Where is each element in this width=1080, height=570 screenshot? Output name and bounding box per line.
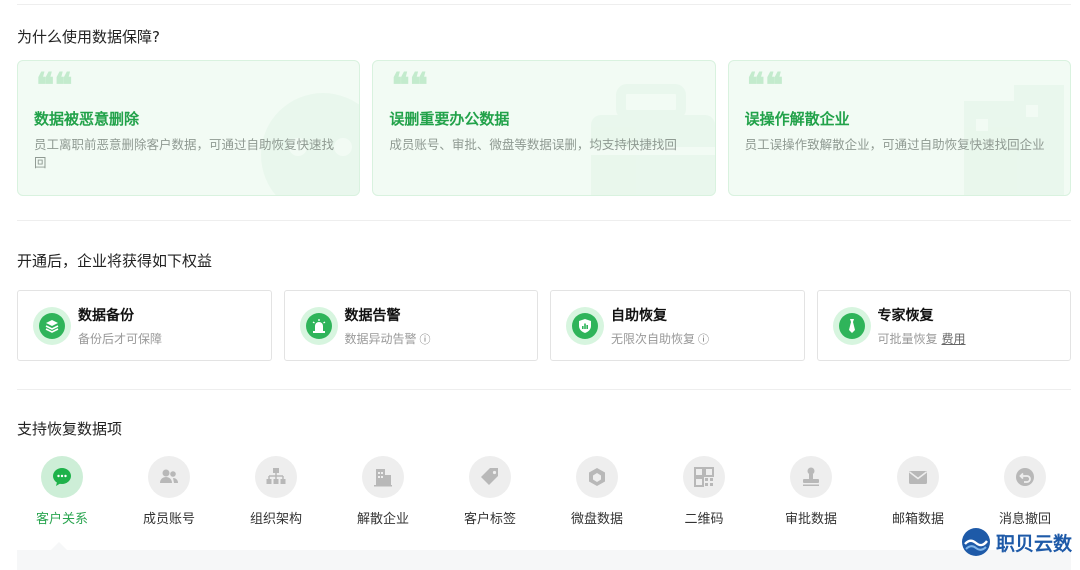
benefit-title: 专家恢复: [877, 308, 934, 324]
item-message-recall[interactable]: 消息撤回: [973, 456, 1077, 527]
benefit-desc-text: 备份后才可保障: [78, 332, 163, 346]
item-label: 客户标签: [463, 512, 516, 527]
watermark-logo-icon: [961, 528, 990, 556]
info-icon[interactable]: ⓘ: [698, 331, 709, 347]
item-qrcode[interactable]: 二维码: [652, 456, 756, 527]
why-cards: ❝❝ 数据被恶意删除 员工离职前恶意删除客户数据，可通过自助恢复快速找回 ❝❝ …: [17, 60, 1071, 196]
why-card-mistaken-delete: ❝❝ 误删重要办公数据 成员账号、审批、微盘等数据误删，均支持快捷找回: [372, 60, 716, 196]
item-customer-relations[interactable]: 客户关系: [10, 456, 114, 527]
item-org-structure[interactable]: 组织架构: [224, 456, 328, 527]
shield-chart-icon: [566, 307, 604, 345]
why-card-title: 误删重要办公数据: [389, 110, 510, 128]
item-label: 二维码: [684, 512, 724, 527]
item-mailbox-data[interactable]: 邮箱数据: [866, 456, 970, 527]
users-icon: [148, 456, 190, 498]
quote-icon: ❝❝: [746, 66, 784, 106]
why-card-title: 误操作解散企业: [744, 110, 850, 128]
fee-link[interactable]: 费用: [942, 332, 966, 346]
item-label: 客户关系: [35, 512, 88, 527]
tie-icon: [832, 307, 871, 345]
why-card-desc: 员工离职前恶意删除客户数据，可通过自助恢复快速找回: [34, 137, 335, 170]
cube-icon: [576, 456, 618, 498]
benefit-desc: 备份后才可保障: [78, 330, 162, 347]
item-drive-data[interactable]: 微盘数据: [545, 456, 649, 527]
benefit-desc-text: 数据异动告警: [344, 332, 417, 346]
section-divider: [17, 220, 1071, 221]
item-label: 消息撤回: [998, 512, 1051, 527]
benefits-heading: 开通后，企业将获得如下权益: [17, 252, 213, 270]
why-card-desc: 成员账号、审批、微盘等数据误删，均支持快捷找回: [389, 137, 677, 152]
benefit-card-backup: 数据备份 备份后才可保障: [17, 290, 272, 361]
item-customer-tags[interactable]: 客户标签: [438, 456, 542, 527]
item-dissolve-company[interactable]: 解散企业: [331, 456, 435, 527]
tag-icon: [469, 456, 511, 498]
item-label: 审批数据: [784, 512, 837, 527]
why-heading: 为什么使用数据保障?: [17, 28, 160, 46]
quote-icon: ❝❝: [391, 66, 428, 106]
benefit-desc: 数据异动告警 ⓘ: [345, 330, 431, 347]
benefit-title: 自助恢复: [611, 308, 667, 324]
item-label: 解散企业: [356, 512, 409, 527]
benefit-card-expert-restore: 专家恢复 可批量恢复 费用: [816, 290, 1071, 361]
stamp-icon: [790, 456, 832, 498]
item-label: 微盘数据: [570, 512, 623, 527]
why-card-desc: 员工误操作致解散企业，可通过自助恢复快速找回企业: [744, 137, 1045, 152]
chat-bubble-icon: [41, 456, 83, 498]
item-label: 邮箱数据: [891, 512, 944, 527]
qrcode-icon: [683, 456, 725, 498]
benefit-card-self-restore: 自助恢复 无限次自助恢复 ⓘ: [550, 290, 805, 361]
benefit-desc-text: 可批量恢复: [877, 332, 938, 346]
watermark-text: 职贝云数: [995, 532, 1072, 555]
benefit-card-alert: 数据告警 数据异动告警 ⓘ: [283, 290, 538, 361]
items-heading: 支持恢复数据项: [17, 420, 123, 438]
org-chart-icon: [255, 456, 297, 498]
item-label: 组织架构: [249, 512, 302, 527]
benefit-title: 数据备份: [78, 308, 134, 324]
quote-icon: ❝❝: [36, 66, 73, 106]
item-member-accounts[interactable]: 成员账号: [117, 456, 221, 527]
section-divider: [17, 389, 1071, 390]
benefit-title: 数据告警: [344, 308, 401, 324]
alarm-icon: [299, 307, 338, 345]
mail-icon: [897, 456, 939, 498]
top-divider: [17, 4, 1071, 5]
why-card-malicious-delete: ❝❝ 数据被恶意删除 员工离职前恶意删除客户数据，可通过自助恢复快速找回: [17, 60, 361, 196]
item-approval-data[interactable]: 审批数据: [759, 456, 863, 527]
benefit-desc: 无限次自助恢复 ⓘ: [611, 330, 709, 347]
why-card-title: 数据被恶意删除: [34, 110, 140, 128]
info-icon[interactable]: ⓘ: [420, 331, 431, 347]
benefit-desc: 可批量恢复 费用: [878, 330, 966, 347]
layers-icon: [33, 307, 71, 345]
benefit-cards: 数据备份 备份后才可保障 数据告警 数据异动告警 ⓘ 自助恢复 无限次自助恢复 ⓘ …: [17, 290, 1071, 361]
undo-icon: [1004, 456, 1046, 498]
item-label: 成员账号: [142, 512, 195, 527]
why-card-dissolve-company: ❝❝ 误操作解散企业 员工误操作致解散企业，可通过自助恢复快速找回企业: [727, 60, 1071, 196]
item-detail-panel: [17, 550, 1071, 570]
recoverable-items: 客户关系 成员账号 组织架构 解散企业 客户标签 微盘数据 二维码 审批数据 邮…: [10, 456, 1080, 527]
building-icon: [362, 456, 404, 498]
watermark: 职贝云数: [960, 526, 1072, 558]
benefit-desc-text: 无限次自助恢复: [611, 332, 696, 346]
